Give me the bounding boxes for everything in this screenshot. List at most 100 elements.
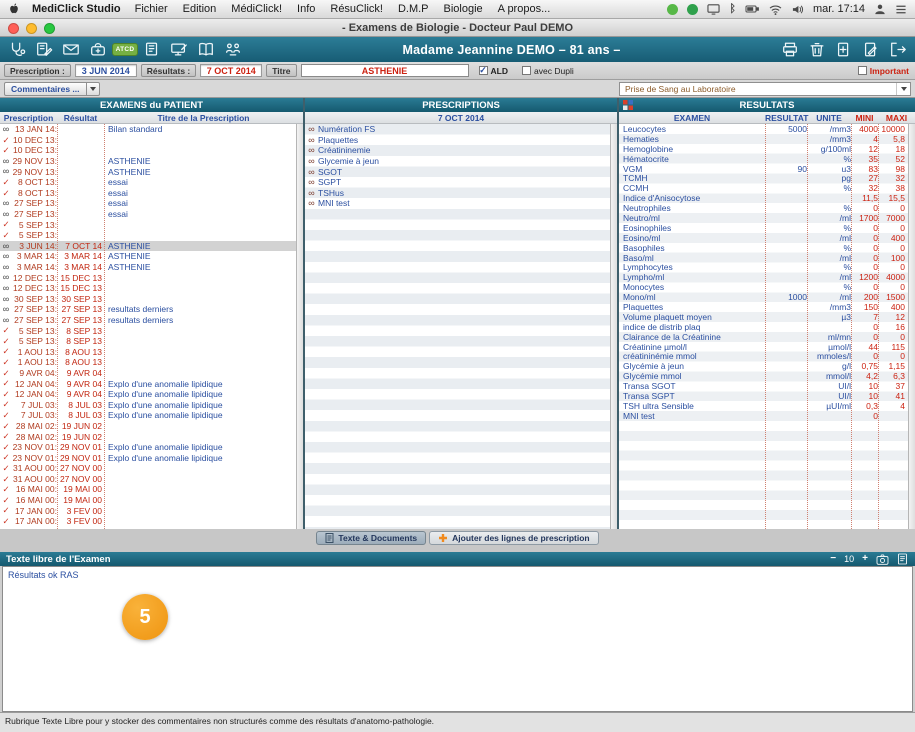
exam-row[interactable]: ✓ 12 JAN 04: 9 AVR 04 Explo d'une anomal… (0, 378, 303, 389)
ald-checkbox[interactable]: ✓ (479, 66, 488, 75)
exam-row[interactable]: ✓ 1 AOU 13: 8 AOU 13 (0, 357, 303, 368)
col-resultat[interactable]: Résultat (57, 113, 104, 123)
result-row[interactable]: MNI test 0 (619, 411, 915, 421)
tab-ajouter-lignes[interactable]: Ajouter des lignes de prescription (429, 531, 598, 545)
col-maxi[interactable]: MAXI (878, 113, 915, 123)
result-row[interactable]: Hematies /mm3 4 5,8 (619, 134, 915, 144)
result-row[interactable]: Clairance de la Créatinine ml/mn 0 0 (619, 332, 915, 342)
result-row[interactable]: Glycémie à jeun g/l 0,75 1,15 (619, 361, 915, 371)
zoom-button[interactable] (44, 23, 55, 34)
exams-scrollbar[interactable] (296, 124, 303, 529)
result-row[interactable]: Neutrophiles % 0 0 (619, 203, 915, 213)
result-value[interactable]: 90 (765, 164, 807, 174)
exam-row[interactable]: ✓ 17 JAN 00: 3 FEV 00 (0, 516, 303, 527)
commentaires-button[interactable]: Commentaires ... (4, 82, 100, 96)
screen-write-icon[interactable] (167, 39, 191, 60)
exam-row[interactable]: ∞ 3 MAR 14: 3 MAR 14 ASTHENIE (0, 262, 303, 273)
sync-status-icon[interactable] (687, 4, 698, 15)
exam-row[interactable]: ✓ 16 MAI 00: 19 MAI 00 (0, 484, 303, 495)
result-row[interactable]: créatininémie mmol mmoles/l 0 0 (619, 351, 915, 361)
close-button[interactable] (8, 23, 19, 34)
vm-status-icon[interactable] (667, 4, 678, 15)
result-row[interactable]: Leucocytes 5000 /mm3 4000 10000 (619, 124, 915, 134)
exam-row[interactable]: ✓ 8 OCT 13: essai (0, 188, 303, 199)
exam-row[interactable]: ∞ 30 SEP 13: 30 SEP 13 (0, 294, 303, 305)
display-icon[interactable] (707, 3, 720, 15)
write-prescription-icon[interactable] (32, 39, 56, 60)
exam-row[interactable]: ✓ 16 MAI 00: 19 MAI 00 (0, 495, 303, 506)
add-document-icon[interactable] (832, 39, 856, 60)
result-row[interactable]: Hemoglobine g/100ml 12 18 (619, 144, 915, 154)
col-examen[interactable]: EXAMEN (619, 113, 765, 123)
exam-row[interactable]: ✓ 5 SEP 13: 8 SEP 13 (0, 336, 303, 347)
exam-row[interactable]: ✓ 7 JUL 03: 8 JUL 03 Explo d'une anomali… (0, 410, 303, 421)
bluetooth-icon[interactable]: ᛒ (729, 3, 736, 15)
book-icon[interactable] (194, 39, 218, 60)
result-row[interactable]: Mono/ml 1000 /ml 200 1500 (619, 292, 915, 302)
result-row[interactable]: Plaquettes /mm3 150 400 (619, 302, 915, 312)
font-smaller-button[interactable]: − (830, 554, 836, 564)
exam-row[interactable]: ∞ 13 JAN 14: Bilan standard (0, 124, 303, 135)
prescription-date[interactable]: 3 JUN 2014 (75, 64, 137, 77)
exam-row[interactable]: ✓ 7 JUL 03: 8 JUL 03 Explo d'une anomali… (0, 399, 303, 410)
col-unite[interactable]: UNITE (807, 113, 851, 123)
menu-item[interactable]: Edition (183, 3, 217, 15)
result-row[interactable]: TCMH pg 27 32 (619, 173, 915, 183)
sample-location-dropdown[interactable]: Prise de Sang au Laboratoire (619, 82, 911, 96)
menu-item[interactable]: Biologie (444, 3, 483, 15)
volume-icon[interactable] (791, 4, 804, 15)
battery-icon[interactable] (745, 3, 760, 15)
result-row[interactable]: Indice d'Anisocytose 11,5 15,5 (619, 193, 915, 203)
trash-icon[interactable] (805, 39, 829, 60)
exam-row[interactable]: ✓ 23 NOV 01: 29 NOV 01 Explo d'une anoma… (0, 452, 303, 463)
exit-icon[interactable] (886, 39, 910, 60)
exam-row[interactable]: ✓ 10 DEC 13: (0, 145, 303, 156)
exam-row[interactable]: ∞ 12 DEC 13: 15 DEC 13 (0, 283, 303, 294)
menubar-clock[interactable]: mar. 17:14 (813, 3, 865, 15)
exam-row[interactable]: ✓ 1 AOU 13: 8 AOU 13 (0, 346, 303, 357)
wifi-icon[interactable] (769, 4, 782, 15)
result-row[interactable]: CCMH % 32 38 (619, 183, 915, 193)
result-row[interactable]: Neutro/ml /ml 1700 7000 (619, 213, 915, 223)
atcd-button[interactable]: ATCD (113, 39, 137, 60)
exam-row[interactable]: ∞ 12 DEC 13: 15 DEC 13 (0, 272, 303, 283)
menu-item[interactable]: A propos... (498, 3, 551, 15)
exam-row[interactable]: ∞ 3 MAR 14: 3 MAR 14 ASTHENIE (0, 251, 303, 262)
visit-bag-icon[interactable] (86, 39, 110, 60)
dupli-checkbox[interactable] (522, 66, 531, 75)
prescriptions-scrollbar[interactable] (610, 124, 617, 529)
mail-icon[interactable] (59, 39, 83, 60)
prescription-line[interactable]: ∞ Numération FS (305, 124, 617, 135)
note-icon[interactable] (140, 39, 164, 60)
prescription-line[interactable]: ∞ SGOT (305, 166, 617, 177)
result-row[interactable]: Créatinine µmol/l µmol/l 44 115 (619, 342, 915, 352)
exam-row[interactable]: ✓ 12 JAN 04: 9 AVR 04 Explo d'une anomal… (0, 389, 303, 400)
result-value[interactable]: 1000 (765, 292, 807, 302)
col-prescription[interactable]: Prescription (0, 113, 57, 123)
font-bigger-button[interactable]: + (862, 554, 868, 564)
pages-icon[interactable] (897, 553, 908, 565)
exam-row[interactable]: ✓ 10 DEC 13: (0, 135, 303, 146)
result-row[interactable]: Transa SGOT UI/l 10 37 (619, 381, 915, 391)
apple-menu-icon[interactable] (8, 2, 20, 16)
exam-row[interactable]: ✓ 5 SEP 13: 8 SEP 13 (0, 325, 303, 336)
print-icon[interactable] (778, 39, 802, 60)
menubar-app-name[interactable]: MediClick Studio (32, 3, 121, 15)
menu-item[interactable]: D.M.P (398, 3, 429, 15)
exam-row[interactable]: ✓ 23 NOV 01: 29 NOV 01 Explo d'une anoma… (0, 442, 303, 453)
menu-item[interactable]: Fichier (135, 3, 168, 15)
exam-row[interactable]: ∞ 3 JUN 14: 7 OCT 14 ASTHENIE (0, 241, 303, 252)
title-input[interactable] (301, 64, 469, 77)
exam-row[interactable]: ✓ 5 SEP 13: (0, 230, 303, 241)
result-row[interactable]: Volume plaquett moyen µ3 7 12 (619, 312, 915, 322)
result-row[interactable]: TSH ultra Sensible µUI/ml 0,3 4 (619, 401, 915, 411)
stethoscope-icon[interactable] (5, 39, 29, 60)
exam-row[interactable]: ∞ 27 SEP 13: essai (0, 209, 303, 220)
prescription-line[interactable]: ∞ Plaquettes (305, 135, 617, 146)
col-resultat[interactable]: RESULTAT (765, 113, 807, 123)
exam-row[interactable]: ✓ 9 AVR 04: 9 AVR 04 (0, 368, 303, 379)
camera-icon[interactable] (876, 554, 889, 565)
prescription-line[interactable]: ∞ TSHus (305, 188, 617, 199)
tab-texte-documents[interactable]: Texte & Documents (316, 531, 426, 545)
result-row[interactable]: Basophiles % 0 0 (619, 243, 915, 253)
